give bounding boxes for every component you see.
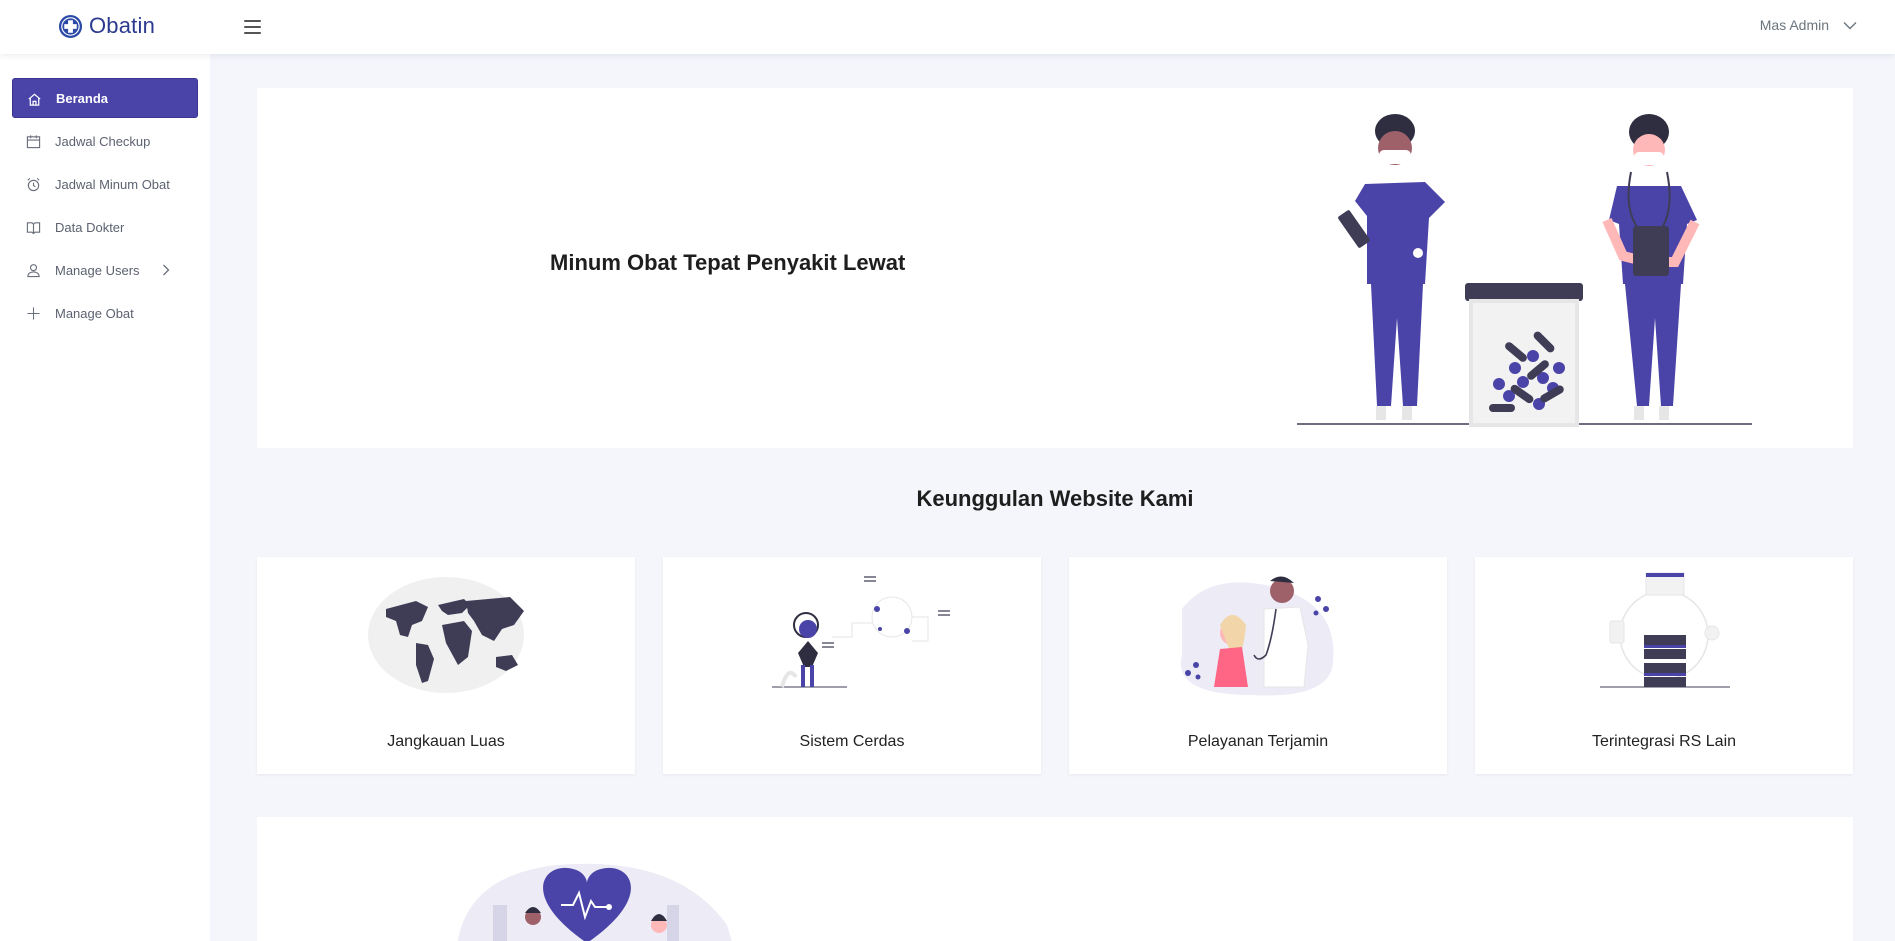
hero-banner: Minum Obat Tepat Penyakit Lewat — [257, 88, 1853, 448]
sidebar-item-jadwal-minum-obat[interactable]: Jadwal Minum Obat — [12, 164, 198, 204]
smart-system-illustration — [772, 576, 950, 688]
sidebar-item-label: Data Dokter — [55, 219, 125, 235]
heart-monitor-illustration — [457, 863, 732, 941]
chevron-right-icon — [163, 264, 170, 276]
medical-cross-logo-icon — [58, 14, 83, 38]
features-title: Keunggulan Website Kami — [916, 486, 1194, 511]
world-map-illustration — [368, 577, 524, 693]
user-menu[interactable]: Mas Admin — [1760, 17, 1857, 33]
menu-toggle-icon[interactable] — [244, 20, 261, 34]
brand-name: Obatin — [89, 13, 156, 38]
sidebar-item-label: Jadwal Minum Obat — [55, 176, 170, 192]
user-icon — [27, 264, 40, 278]
sidebar: Beranda Jadwal Checkup Jadwal Minum Obat… — [0, 54, 210, 941]
feature-card-label: Terintegrasi RS Lain — [1591, 733, 1737, 750]
feature-card-label: Sistem Cerdas — [799, 733, 905, 750]
book-icon — [26, 222, 41, 235]
plus-icon — [27, 307, 40, 320]
brand[interactable]: Obatin — [58, 13, 155, 39]
home-icon — [28, 93, 41, 106]
chevron-down-icon — [1843, 21, 1857, 29]
sidebar-nav: Beranda Jadwal Checkup Jadwal Minum Obat… — [0, 54, 210, 333]
sidebar-item-beranda[interactable]: Beranda — [12, 78, 198, 118]
alarm-clock-icon — [27, 178, 40, 192]
top-navbar: Obatin Mas Admin — [0, 0, 1895, 54]
sidebar-item-manage-obat[interactable]: Manage Obat — [12, 293, 198, 333]
feature-card-label: Pelayanan Terjamin — [1187, 733, 1329, 750]
server-network-illustration — [1600, 572, 1730, 688]
sidebar-item-data-dokter[interactable]: Data Dokter — [12, 207, 198, 247]
sidebar-item-jadwal-checkup[interactable]: Jadwal Checkup — [12, 121, 198, 161]
user-name: Mas Admin — [1759, 17, 1829, 33]
feature-card-pelayanan-terjamin: Pelayanan Terjamin — [1069, 557, 1447, 774]
info-panel — [257, 817, 1853, 941]
feature-card-sistem-cerdas: Sistem Cerdas — [663, 557, 1041, 774]
feature-card-label: Jangkauan Luas — [387, 733, 505, 750]
calendar-icon — [26, 135, 41, 149]
feature-card-terintegrasi-rs-lain: Terintegrasi RS Lain — [1475, 557, 1853, 774]
main-content: Minum Obat Tepat Penyakit Lewat Keunggul… — [210, 54, 1895, 941]
hero-title: Minum Obat Tepat Penyakit Lewat — [550, 250, 906, 275]
sidebar-item-label: Manage Obat — [55, 305, 134, 321]
sidebar-item-label: Jadwal Checkup — [55, 133, 151, 149]
doctors-with-pill-jar-illustration — [1297, 114, 1752, 427]
sidebar-item-label: Beranda — [56, 90, 109, 106]
doctor-patient-illustration — [1180, 576, 1334, 696]
sidebar-item-label: Manage Users — [55, 262, 140, 278]
feature-card-jangkauan-luas: Jangkauan Luas — [257, 557, 635, 774]
sidebar-item-manage-users[interactable]: Manage Users — [12, 250, 198, 290]
